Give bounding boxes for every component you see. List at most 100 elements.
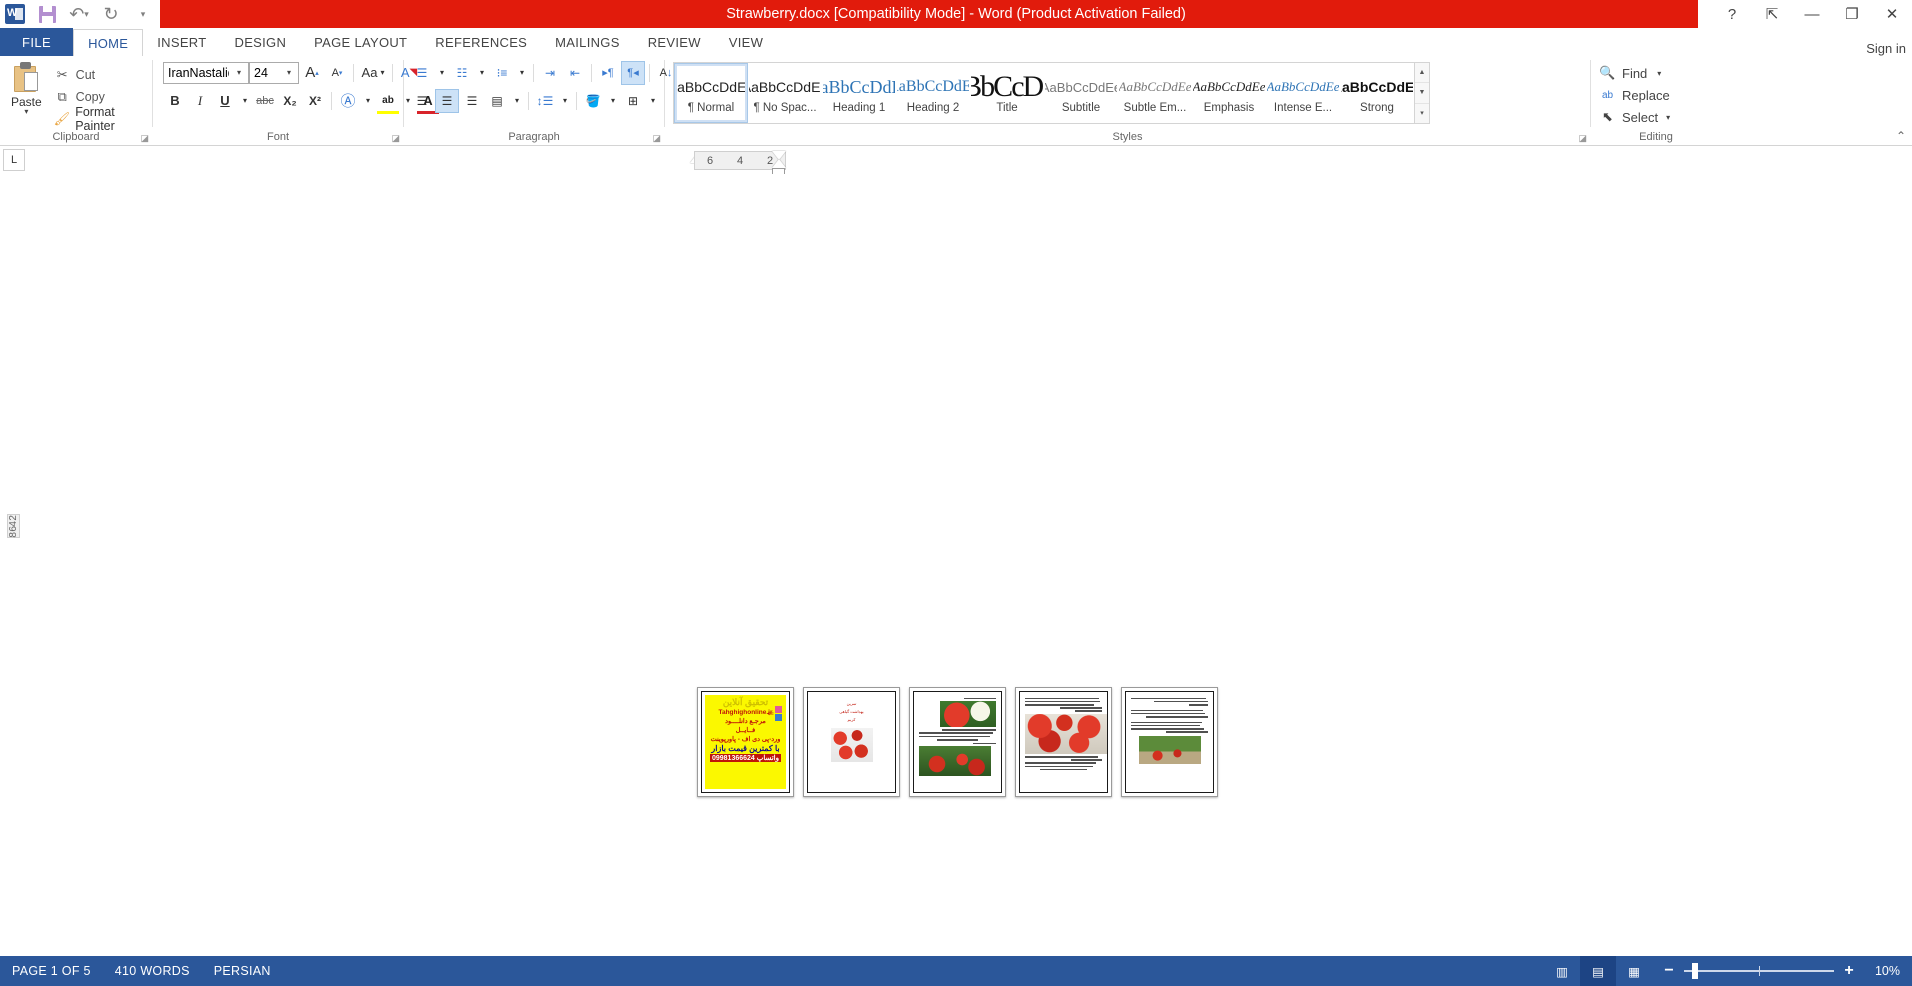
tab-view[interactable]: VIEW xyxy=(715,28,777,56)
word-count[interactable]: 410 WORDS xyxy=(103,956,202,986)
read-mode-view-icon[interactable]: ▥ xyxy=(1544,956,1580,986)
styles-dialog-launcher-icon[interactable]: ◪ xyxy=(1578,131,1587,145)
style-strong[interactable]: AaBbCcDdEe Strong xyxy=(1340,63,1414,123)
underline-button[interactable]: U xyxy=(213,89,237,113)
horizontal-ruler[interactable]: 6 4 2 xyxy=(694,151,786,176)
zoom-in-button[interactable]: + xyxy=(1842,962,1856,980)
line-spacing-button[interactable]: ↕☰ xyxy=(533,89,557,113)
styles-gallery-scroll[interactable]: ▲ ▼ ▾ xyxy=(1415,62,1430,124)
replace-button[interactable]: ab Replace xyxy=(1597,84,1676,106)
find-button[interactable]: 🔍 Find ▾ xyxy=(1597,62,1667,84)
styles-more-icon[interactable]: ▾ xyxy=(1415,103,1429,123)
tab-mailings[interactable]: MAILINGS xyxy=(541,28,634,56)
font-dialog-launcher-icon[interactable]: ◪ xyxy=(391,131,400,145)
text-effects-dropdown-icon[interactable]: ▾ xyxy=(361,89,375,113)
highlight-color-button[interactable]: ab xyxy=(376,89,400,114)
clipboard-dialog-launcher-icon[interactable]: ◪ xyxy=(140,131,149,145)
tab-file[interactable]: FILE xyxy=(0,28,74,56)
style-heading-2[interactable]: AaBbCcDdEe Heading 2 xyxy=(896,63,970,123)
shading-button[interactable]: 🪣 xyxy=(581,89,605,113)
find-dropdown-icon[interactable]: ▾ xyxy=(1657,69,1661,78)
save-icon[interactable] xyxy=(36,3,58,25)
strikethrough-button[interactable]: abc xyxy=(253,89,277,113)
page-thumbnail-2[interactable]: تمرین بهداشت گیاهی کریم xyxy=(803,687,900,797)
page-indicator[interactable]: PAGE 1 OF 5 xyxy=(0,956,103,986)
styles-scroll-down-icon[interactable]: ▼ xyxy=(1415,83,1429,104)
style-title[interactable]: AaBbCcDdEe Title xyxy=(970,63,1044,123)
style-intense-emphasis[interactable]: AaBbCcDdEe Intense E... xyxy=(1266,63,1340,123)
justify-dropdown-icon[interactable]: ▾ xyxy=(510,89,524,113)
page-thumbnail-3[interactable] xyxy=(909,687,1006,797)
superscript-button[interactable]: X² xyxy=(303,89,327,113)
bullets-dropdown-icon[interactable]: ▾ xyxy=(435,61,449,85)
font-name-dropdown-icon[interactable]: ▾ xyxy=(232,68,246,77)
page-thumbnail-5[interactable] xyxy=(1121,687,1218,797)
sign-in-link[interactable]: Sign in xyxy=(1866,41,1912,56)
multilevel-list-button[interactable]: ⁝≡ xyxy=(490,61,514,85)
tab-page-layout[interactable]: PAGE LAYOUT xyxy=(300,28,421,56)
font-size-input[interactable] xyxy=(250,62,282,83)
underline-dropdown-icon[interactable]: ▾ xyxy=(238,89,252,113)
bold-button[interactable]: B xyxy=(163,89,187,113)
help-icon[interactable]: ? xyxy=(1712,0,1752,28)
justify-button[interactable]: ▤ xyxy=(485,89,509,113)
font-size-dropdown-icon[interactable]: ▾ xyxy=(282,68,296,77)
document-canvas[interactable]: 2 4 6 8 تحقیق آنلاین Tahghighonline.ir م… xyxy=(0,174,1912,986)
page-thumbnail-4[interactable] xyxy=(1015,687,1112,797)
borders-button[interactable]: ⊞ xyxy=(621,89,645,113)
cut-button[interactable]: ✂ Cut xyxy=(52,64,147,86)
redo-icon[interactable]: ↻ xyxy=(100,3,122,25)
change-case-button[interactable]: Aa ▾ xyxy=(358,61,388,85)
undo-icon[interactable]: ↶ ▾ xyxy=(68,3,90,25)
minimize-icon[interactable]: — xyxy=(1792,0,1832,28)
ltr-text-direction-button[interactable]: ▸¶ xyxy=(596,61,620,85)
tab-references[interactable]: REFERENCES xyxy=(421,28,541,56)
font-size-combo[interactable]: ▾ xyxy=(249,61,299,84)
print-layout-view-icon[interactable]: ▤ xyxy=(1580,956,1616,986)
zoom-out-button[interactable]: − xyxy=(1662,962,1676,980)
italic-button[interactable]: I xyxy=(188,89,212,113)
page-thumbnail-1[interactable]: تحقیق آنلاین Tahghighonline.ir مرجـع دان… xyxy=(697,687,794,797)
tab-design[interactable]: DESIGN xyxy=(221,28,301,56)
tab-stop-selector[interactable]: L xyxy=(3,149,25,171)
tab-home[interactable]: HOME xyxy=(73,29,144,57)
paste-dropdown-icon[interactable]: ▾ xyxy=(24,108,28,116)
style-emphasis[interactable]: AaBbCcDdEe Emphasis xyxy=(1192,63,1266,123)
rtl-text-direction-button[interactable]: ¶◂ xyxy=(621,60,645,85)
shading-dropdown-icon[interactable]: ▾ xyxy=(606,89,620,113)
align-right-button[interactable]: ☰ xyxy=(460,89,484,113)
tab-insert[interactable]: INSERT xyxy=(143,28,220,56)
close-icon[interactable]: ✕ xyxy=(1872,0,1912,28)
tab-review[interactable]: REVIEW xyxy=(634,28,715,56)
language-indicator[interactable]: PERSIAN xyxy=(202,956,283,986)
styles-gallery[interactable]: AaBbCcDdEe ¶ Normal AaBbCcDdEe ¶ No Spac… xyxy=(673,62,1415,124)
numbering-button[interactable]: ☷ xyxy=(450,61,474,85)
style-subtitle[interactable]: AaBbCcDdEe Subtitle xyxy=(1044,63,1118,123)
increase-indent-button[interactable]: ⇤ xyxy=(563,61,587,85)
zoom-level[interactable]: 10% xyxy=(1866,964,1912,978)
customize-quick-access-icon[interactable]: ▾ xyxy=(132,3,154,25)
zoom-slider[interactable]: − + xyxy=(1652,962,1866,980)
style-normal[interactable]: AaBbCcDdEe ¶ Normal xyxy=(674,63,748,123)
text-effects-button[interactable]: Ⓐ xyxy=(336,89,360,113)
decrease-indent-button[interactable]: ⇥ xyxy=(538,61,562,85)
align-center-button[interactable]: ☰ xyxy=(435,88,459,113)
styles-scroll-up-icon[interactable]: ▲ xyxy=(1415,63,1429,84)
word-logo-icon[interactable] xyxy=(4,3,26,25)
subscript-button[interactable]: X₂ xyxy=(278,89,302,113)
line-spacing-dropdown-icon[interactable]: ▾ xyxy=(558,89,572,113)
style-no-spacing[interactable]: AaBbCcDdEe ¶ No Spac... xyxy=(748,63,822,123)
style-subtle-emphasis[interactable]: AaBbCcDdEe Subtle Em... xyxy=(1118,63,1192,123)
borders-dropdown-icon[interactable]: ▾ xyxy=(646,89,660,113)
collapse-ribbon-icon[interactable]: ⌃ xyxy=(1896,129,1906,143)
font-name-input[interactable] xyxy=(164,62,232,83)
select-button[interactable]: ⬉ Select ▾ xyxy=(1597,106,1676,128)
grow-font-button[interactable]: A ▴ xyxy=(300,61,324,85)
ribbon-display-options-icon[interactable]: ⇱ xyxy=(1752,0,1792,28)
zoom-track[interactable] xyxy=(1684,963,1834,979)
hanging-indent-marker[interactable] xyxy=(772,159,786,168)
style-heading-1[interactable]: AaBbCcDdEe Heading 1 xyxy=(822,63,896,123)
multilevel-dropdown-icon[interactable]: ▾ xyxy=(515,61,529,85)
vertical-ruler[interactable]: 2 4 6 8 xyxy=(6,174,20,539)
restore-icon[interactable]: ❐ xyxy=(1832,0,1872,28)
